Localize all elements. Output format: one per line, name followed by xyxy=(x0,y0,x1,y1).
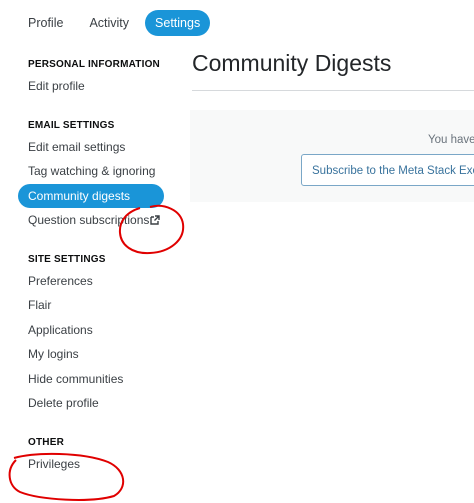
section-title-email-settings: EMAIL SETTINGS xyxy=(28,119,115,131)
tab-profile[interactable]: Profile xyxy=(18,10,73,36)
tab-activity[interactable]: Activity xyxy=(79,10,139,36)
sidebar-item-applications[interactable]: Applications xyxy=(18,318,188,343)
section-title-personal-information: PERSONAL INFORMATION xyxy=(28,59,160,70)
digest-panel: You have Subscribe to the Meta Stack Exc… xyxy=(190,110,474,202)
subscribe-button[interactable]: Subscribe to the Meta Stack Exch xyxy=(301,154,474,186)
profile-tabs: Profile Activity Settings xyxy=(18,10,211,38)
page-title: Community Digests xyxy=(192,50,392,76)
section-title-site-settings: SITE SETTINGS xyxy=(28,253,106,265)
digest-notice-text: You have xyxy=(428,134,474,146)
sidebar-item-delete-profile[interactable]: Delete profile xyxy=(18,391,188,416)
sidebar-item-question-subscriptions[interactable]: Question subscriptions xyxy=(18,208,188,233)
sidebar-item-label: Question subscriptions xyxy=(28,213,150,227)
sidebar-item-privileges[interactable]: Privileges xyxy=(18,452,188,477)
settings-sidebar: PERSONAL INFORMATION Edit profile EMAIL … xyxy=(18,52,188,476)
main-content: Community Digests You have Subscribe to … xyxy=(190,0,474,503)
sidebar-item-preferences[interactable]: Preferences xyxy=(18,269,188,294)
sidebar-item-edit-email-settings[interactable]: Edit email settings xyxy=(18,135,188,160)
sidebar-item-my-logins[interactable]: My logins xyxy=(18,342,188,367)
sidebar-item-tag-watching[interactable]: Tag watching & ignoring xyxy=(18,159,188,184)
section-title-other: OTHER xyxy=(28,436,64,448)
sidebar-item-edit-profile[interactable]: Edit profile xyxy=(18,74,188,99)
sidebar-item-flair[interactable]: Flair xyxy=(18,293,188,318)
sidebar-item-community-digests[interactable]: Community digests xyxy=(18,183,164,208)
title-divider xyxy=(192,90,474,91)
external-link-icon xyxy=(150,215,161,225)
sidebar-item-hide-communities[interactable]: Hide communities xyxy=(18,367,188,392)
